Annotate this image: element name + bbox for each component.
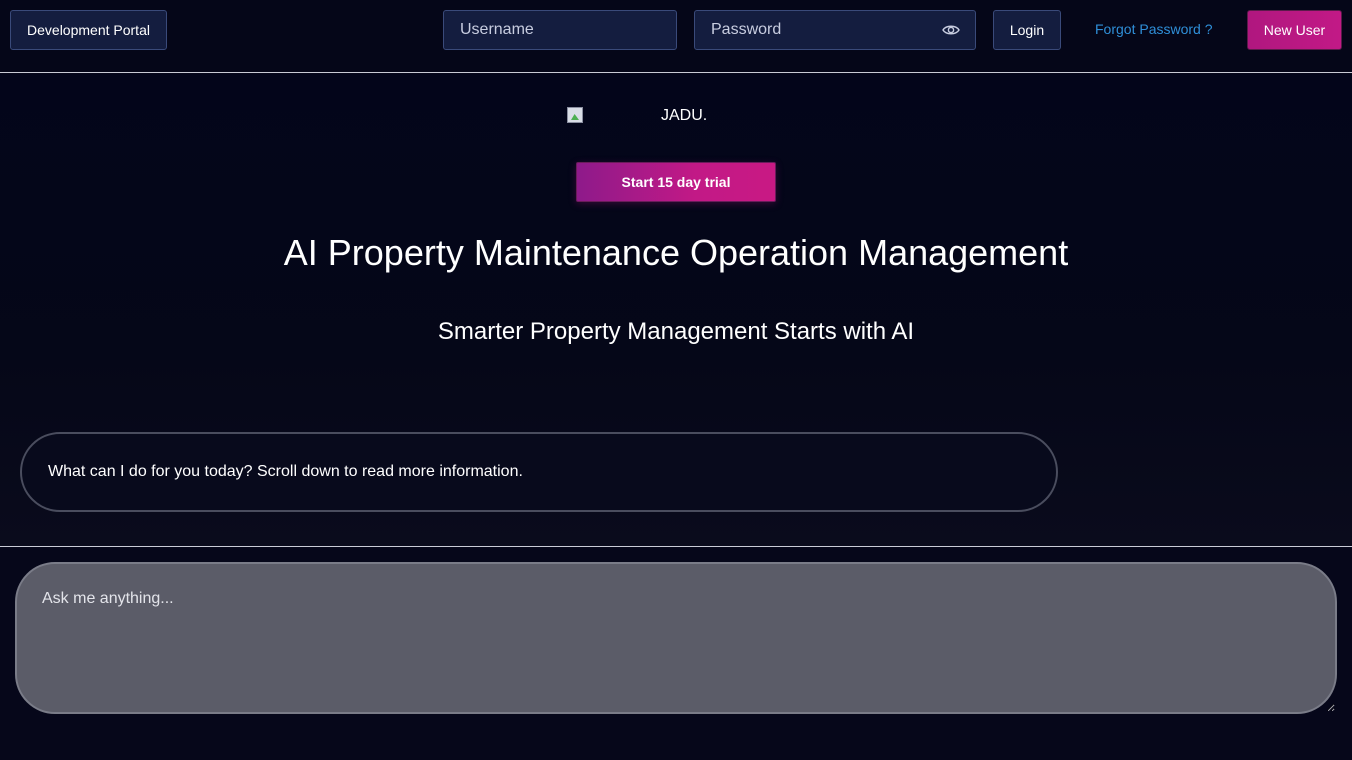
page-footer-area: [0, 714, 1352, 760]
password-input[interactable]: [694, 10, 976, 50]
logo-alt-text: JADU.: [661, 107, 708, 124]
top-navbar: Development Portal Login Forgot Password…: [0, 0, 1352, 73]
eye-icon[interactable]: [942, 22, 960, 38]
new-user-button[interactable]: New User: [1247, 10, 1342, 50]
divider: [0, 546, 1352, 547]
broken-image-icon: [567, 107, 583, 123]
username-input[interactable]: [443, 10, 677, 50]
login-button[interactable]: Login: [993, 10, 1061, 50]
assistant-message-text: What can I do for you today? Scroll down…: [48, 463, 523, 480]
assistant-message-bubble: What can I do for you today? Scroll down…: [20, 432, 1058, 512]
page-title: AI Property Maintenance Operation Manage…: [283, 232, 1069, 273]
development-portal-button[interactable]: Development Portal: [10, 10, 167, 50]
chat-input[interactable]: [15, 562, 1337, 714]
password-field-group: [694, 10, 976, 50]
page-subtitle: Smarter Property Management Starts with …: [437, 318, 915, 345]
start-trial-button[interactable]: Start 15 day trial: [576, 162, 776, 202]
logo: JADU.: [567, 103, 707, 127]
forgot-password-link[interactable]: Forgot Password ?: [1095, 21, 1213, 39]
